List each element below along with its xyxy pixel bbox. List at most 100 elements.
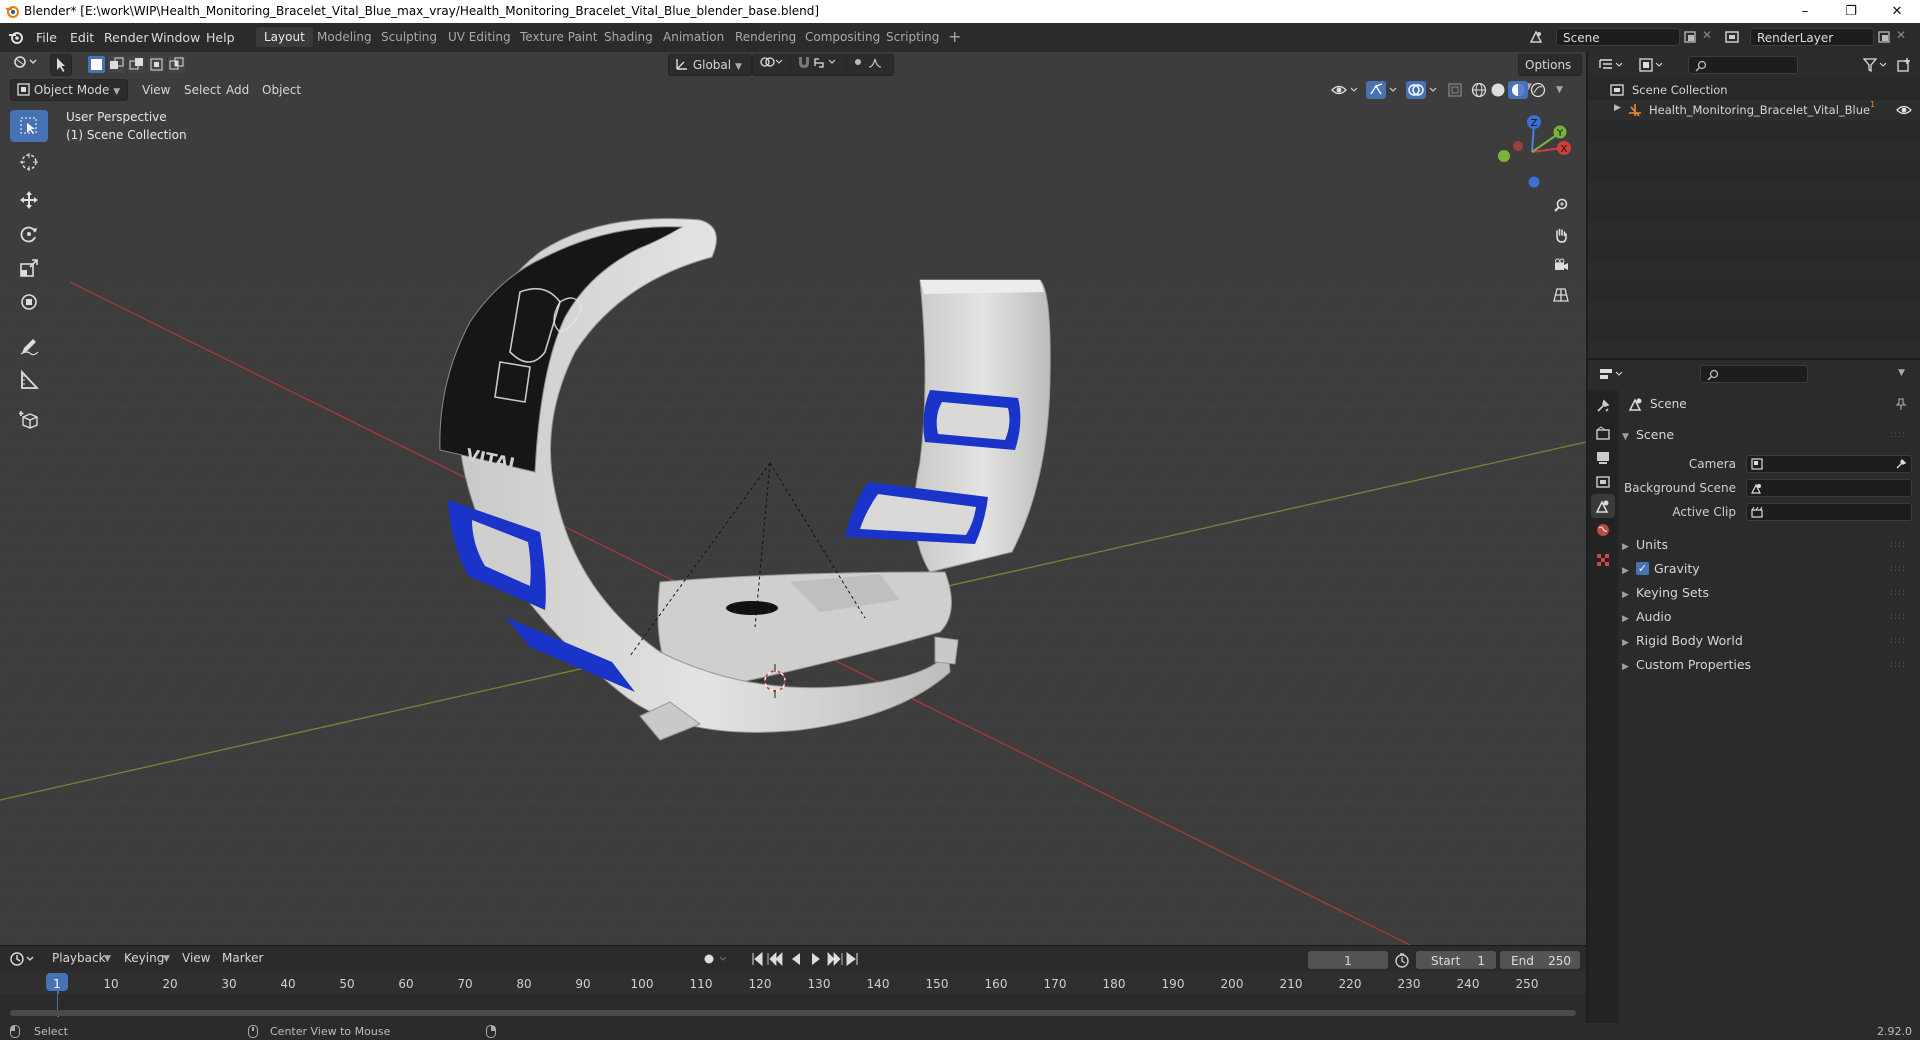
chevron-down-icon[interactable]: ▼ <box>1898 368 1905 378</box>
add-cube-tool[interactable] <box>10 404 48 436</box>
drag-handle-icon[interactable]: :::: <box>1890 558 1906 580</box>
navigation-gizmo[interactable]: Z Y X <box>1492 110 1572 190</box>
editor-type-button[interactable] <box>8 55 46 75</box>
tab-world[interactable] <box>1591 518 1615 542</box>
select-new-icon[interactable] <box>88 56 105 73</box>
filter-icon[interactable] <box>1862 57 1890 73</box>
visibility-icon[interactable] <box>1330 82 1360 98</box>
playback-controls[interactable] <box>700 950 860 968</box>
new-scene-icon[interactable] <box>1683 30 1697 44</box>
menu-help[interactable]: Help <box>200 28 241 47</box>
drag-handle-icon[interactable]: :::: <box>1890 606 1906 628</box>
scene-selector[interactable]: Scene <box>1556 28 1680 46</box>
shading-mode-icons[interactable] <box>1470 81 1550 99</box>
tab-uv-editing[interactable]: UV Editing <box>440 27 519 47</box>
stopwatch-icon[interactable] <box>1394 952 1410 968</box>
renderlayer-selector[interactable]: RenderLayer <box>1750 28 1874 46</box>
properties-search-input[interactable] <box>1700 365 1808 383</box>
tab-shading[interactable]: Shading <box>596 27 661 47</box>
drag-handle-icon[interactable]: :::: <box>1890 654 1906 676</box>
move-tool[interactable] <box>10 184 48 216</box>
scale-tool[interactable] <box>10 252 48 284</box>
3d-viewport[interactable]: VITAL User Perspective (1) Scene Collect… <box>0 52 1586 945</box>
minimize-button[interactable]: – <box>1782 0 1828 23</box>
drag-handle-icon[interactable]: :::: <box>1890 582 1906 604</box>
background-scene-field[interactable] <box>1746 479 1912 497</box>
outliner-editor-type-icon[interactable] <box>1598 57 1626 73</box>
menu-add[interactable]: Add <box>220 80 255 100</box>
outliner-editor[interactable]: Scene Collection ▶ Health_Monitoring_Bra… <box>1588 52 1920 358</box>
annotate-tool[interactable] <box>10 330 48 362</box>
outliner-row-scene-collection[interactable]: Scene Collection <box>1588 80 1920 100</box>
tool-select-button[interactable] <box>50 54 72 76</box>
keying-sets-panel-header[interactable]: ▶ Keying Sets:::: <box>1622 582 1912 604</box>
tab-animation[interactable]: Animation <box>655 27 732 47</box>
menu-window[interactable]: Window <box>145 28 206 47</box>
delete-scene-icon[interactable]: ✕ <box>1702 28 1712 42</box>
timeline-editor-type-icon[interactable] <box>10 951 36 967</box>
object-mode-dropdown[interactable]: Object Mode ▼ <box>10 79 128 101</box>
pivot-point-dropdown[interactable] <box>752 54 794 76</box>
select-invert-icon[interactable] <box>148 56 165 73</box>
active-clip-field[interactable] <box>1746 503 1912 521</box>
chevron-down-icon[interactable]: ▼ <box>1556 85 1563 95</box>
tab-sculpting[interactable]: Sculpting <box>373 27 445 47</box>
eyedropper-icon[interactable] <box>1895 458 1907 470</box>
pin-icon[interactable] <box>1894 397 1908 411</box>
drag-handle-icon[interactable]: :::: <box>1890 424 1906 446</box>
options-dropdown[interactable]: Options ▼ <box>1518 54 1582 92</box>
outliner-search-input[interactable] <box>1688 56 1798 74</box>
audio-panel-header[interactable]: ▶ Audio:::: <box>1622 606 1912 628</box>
start-frame-field[interactable]: Start 1 <box>1416 951 1496 969</box>
menu-playback[interactable]: Playback <box>46 948 112 968</box>
toggle-perspective-button[interactable] <box>1548 282 1574 308</box>
add-workspace-button[interactable]: + <box>940 27 969 47</box>
scene-icon[interactable] <box>1528 29 1544 45</box>
tab-rendering[interactable]: Rendering <box>727 27 804 47</box>
tab-layout[interactable]: Layout <box>256 27 313 47</box>
scene-panel-header[interactable]: ▼ Scene:::: <box>1622 424 1912 446</box>
tab-scripting[interactable]: Scripting <box>878 27 947 47</box>
camera-view-button[interactable] <box>1548 252 1574 278</box>
menu-timeline-view[interactable]: View <box>176 948 216 968</box>
properties-editor-type-icon[interactable] <box>1598 366 1626 382</box>
current-frame-field[interactable]: 1 <box>1308 951 1388 969</box>
gizmo-toggle-icon[interactable] <box>1366 81 1400 99</box>
tab-modeling[interactable]: Modeling <box>309 27 380 47</box>
tab-render[interactable] <box>1591 422 1615 446</box>
blender-menu-icon[interactable] <box>8 29 24 45</box>
camera-field[interactable] <box>1746 455 1912 473</box>
select-extend-icon[interactable] <box>108 56 125 73</box>
new-collection-icon[interactable] <box>1896 57 1912 73</box>
cursor-tool[interactable] <box>10 146 48 178</box>
xray-toggle-icon[interactable] <box>1446 81 1464 99</box>
tab-compositing[interactable]: Compositing <box>797 27 888 47</box>
end-frame-field[interactable]: End 250 <box>1500 951 1580 969</box>
drag-handle-icon[interactable]: :::: <box>1890 630 1906 652</box>
properties-editor[interactable]: ▼ Scene ▼ Scene:::: Camera Background Sc… <box>1588 360 1920 1023</box>
timeline-editor[interactable]: Playback ▼ Keying ▼ View Marker 1 Start … <box>0 945 1586 1024</box>
eye-icon[interactable] <box>1896 104 1912 116</box>
transform-orientation-dropdown[interactable]: Global ▼ <box>668 54 752 76</box>
menu-view[interactable]: View <box>136 80 176 100</box>
snapping-toggle[interactable] <box>790 54 850 76</box>
proportional-editing-toggle[interactable] <box>846 54 894 76</box>
tab-tool[interactable] <box>1591 394 1615 418</box>
new-renderlayer-icon[interactable] <box>1877 30 1891 44</box>
drag-handle-icon[interactable]: :::: <box>1890 534 1906 556</box>
select-intersect-icon[interactable] <box>168 56 185 73</box>
expand-arrow-icon[interactable]: ▶ <box>1614 103 1621 113</box>
transform-tool[interactable] <box>10 286 48 318</box>
menu-object[interactable]: Object <box>256 80 307 100</box>
rigid-body-world-panel-header[interactable]: ▶ Rigid Body World:::: <box>1622 630 1912 652</box>
tab-texture[interactable] <box>1591 548 1615 572</box>
pan-view-button[interactable] <box>1548 222 1574 248</box>
units-panel-header[interactable]: ▶ Units:::: <box>1622 534 1912 556</box>
timeline-scrollbar[interactable] <box>10 1010 1576 1016</box>
maximize-button[interactable]: ❐ <box>1828 0 1874 23</box>
delete-renderlayer-icon[interactable]: ✕ <box>1896 28 1906 42</box>
menu-file[interactable]: File <box>30 28 63 47</box>
custom-properties-panel-header[interactable]: ▶ Custom Properties:::: <box>1622 654 1912 676</box>
rotate-tool[interactable] <box>10 218 48 250</box>
gravity-panel-header[interactable]: ▶ ✓ Gravity:::: <box>1622 558 1912 580</box>
